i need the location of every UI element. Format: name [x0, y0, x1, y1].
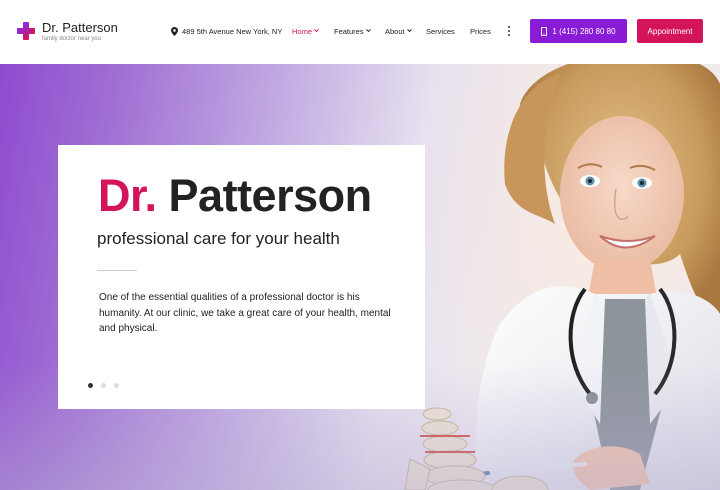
slide-dot-3[interactable]: [114, 383, 119, 388]
mobile-phone-icon: [541, 26, 548, 36]
nav-features[interactable]: Features: [334, 27, 371, 36]
medical-cross-logo-icon[interactable]: [17, 22, 35, 40]
address-text: 489 5th Avenue New York, NY: [182, 27, 283, 36]
hero-title: Dr. Patterson: [98, 168, 372, 224]
hero-description: One of the essential qualities of a prof…: [99, 292, 391, 334]
nav-home-label: Home: [292, 27, 313, 36]
brand-tagline: family doctor near you: [42, 36, 102, 42]
appointment-button[interactable]: Appointment: [637, 19, 703, 43]
brand-name[interactable]: Dr. Patterson: [42, 20, 118, 35]
chevron-down-icon: [314, 29, 319, 33]
address: 489 5th Avenue New York, NY: [171, 27, 282, 36]
hero-title-name: Patterson: [168, 170, 373, 221]
slider-pagination: [88, 383, 119, 388]
nav-services-label: Services: [426, 27, 455, 36]
nav-about[interactable]: About: [385, 27, 412, 36]
chevron-down-icon: [406, 29, 412, 33]
map-pin-icon: [171, 27, 178, 36]
nav-home[interactable]: Home: [292, 27, 319, 36]
nav-about-label: About: [385, 27, 405, 36]
hero-title-prefix: Dr.: [98, 170, 157, 221]
phone-button[interactable]: 1 (415) 280 80 80: [530, 19, 627, 43]
nav-prices[interactable]: Prices: [470, 27, 491, 36]
slide-dot-1[interactable]: [88, 383, 93, 388]
slide-dot-2[interactable]: [101, 383, 106, 388]
chevron-down-icon: [365, 29, 371, 33]
nav-features-label: Features: [334, 27, 364, 36]
nav-services[interactable]: Services: [426, 27, 455, 36]
nav-prices-label: Prices: [470, 27, 491, 36]
vertical-dots-icon[interactable]: [507, 25, 510, 37]
divider: [97, 270, 137, 271]
phone-number: 1 (415) 280 80 80: [552, 26, 616, 36]
hero-subtitle: professional care for your health: [97, 229, 340, 248]
site-header: Dr. Patterson family doctor near you 489…: [0, 0, 720, 64]
